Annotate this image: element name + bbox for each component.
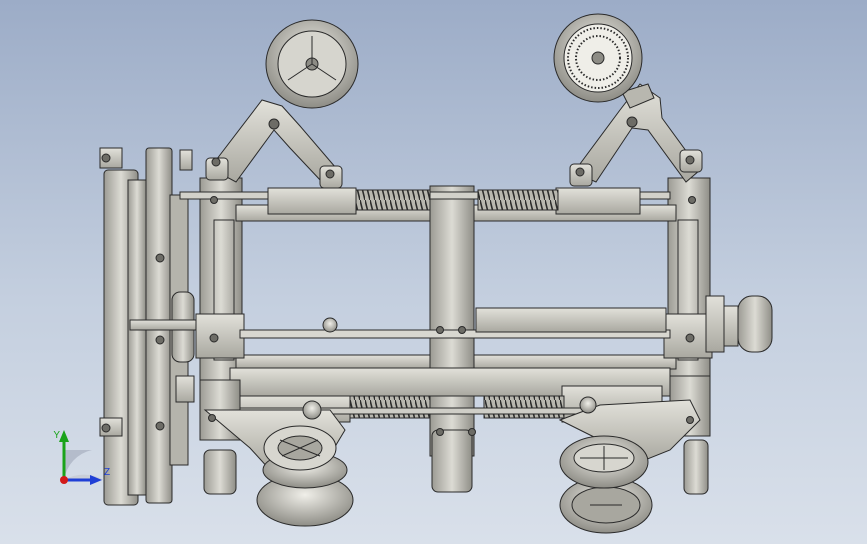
y-axis-label: Y xyxy=(53,430,60,441)
right-end-cap xyxy=(705,295,773,353)
robot-model[interactable]: Y Z xyxy=(0,0,867,544)
coordinate-triad-icon: Y Z xyxy=(53,430,110,485)
upper-left-arm xyxy=(205,99,343,189)
lower-right-spring-icon xyxy=(483,395,565,419)
lower-right-wheel-icon xyxy=(559,435,653,534)
upper-left-wheel-icon xyxy=(265,19,359,109)
left-end-plate xyxy=(99,147,197,506)
upper-right-wheel-icon xyxy=(553,13,643,103)
lower-left-spring-icon xyxy=(349,395,431,419)
y-axis-arrow-icon xyxy=(59,430,69,442)
z-axis-label: Z xyxy=(104,467,110,478)
upper-right-spring-icon xyxy=(477,189,559,211)
cad-viewport[interactable]: Y Z xyxy=(0,0,867,544)
upper-left-spring-icon xyxy=(355,189,431,211)
x-axis-origin-icon xyxy=(60,476,68,484)
